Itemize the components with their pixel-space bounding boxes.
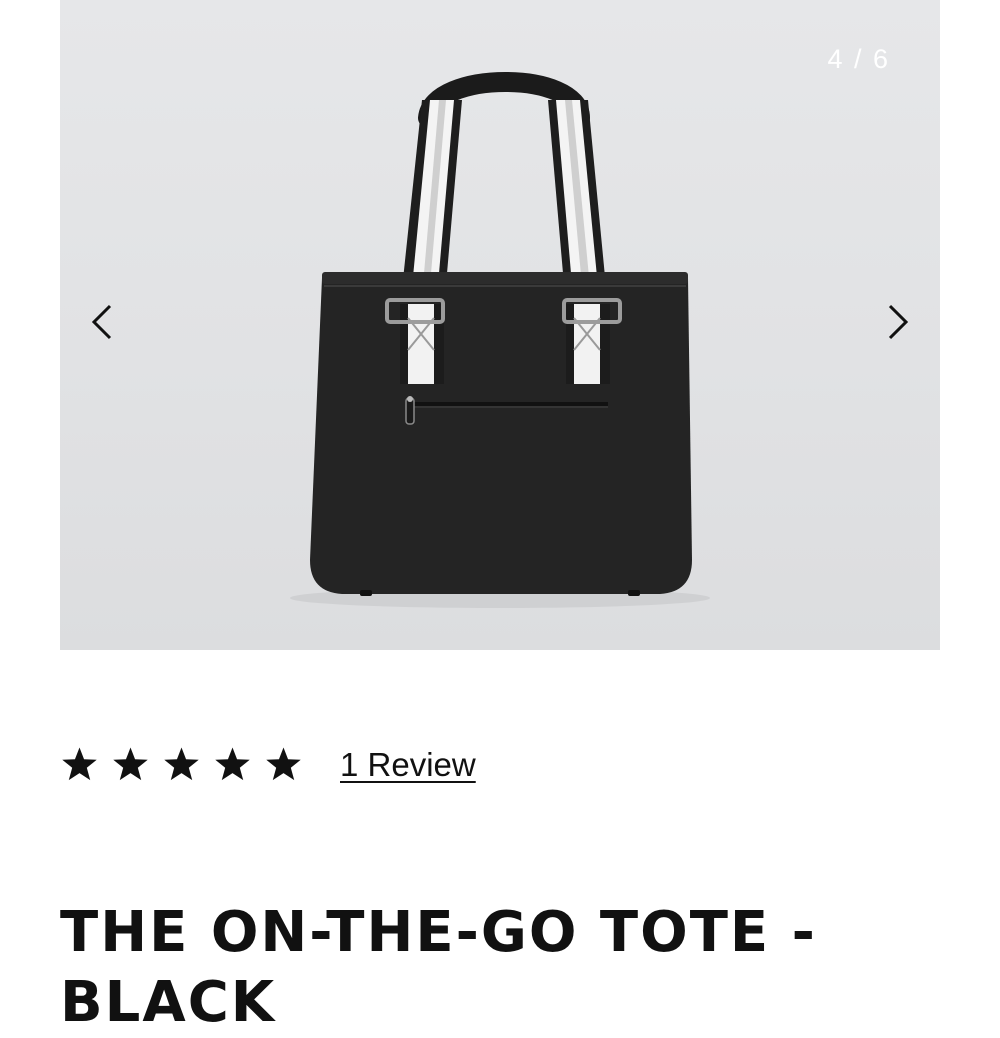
- previous-image-button[interactable]: [80, 300, 124, 344]
- star-icon: [113, 747, 148, 781]
- image-counter: 4 / 6: [827, 44, 890, 74]
- product-image-gallery[interactable]: 4 / 6: [60, 0, 940, 650]
- star-icon: [215, 747, 250, 781]
- star-rating: [60, 745, 303, 784]
- chevron-left-icon: [91, 304, 112, 340]
- reviews-link[interactable]: 1 Review: [340, 746, 476, 784]
- star-icon: [62, 747, 97, 781]
- chevron-right-icon: [888, 304, 909, 340]
- product-title: THE ON-THE-GO TOTE - BLACK: [60, 900, 817, 1035]
- rating-summary: 1 Review: [60, 745, 476, 784]
- product-image: [290, 72, 710, 608]
- star-icon: [266, 747, 301, 781]
- next-image-button[interactable]: [876, 300, 920, 344]
- star-icon: [164, 747, 199, 781]
